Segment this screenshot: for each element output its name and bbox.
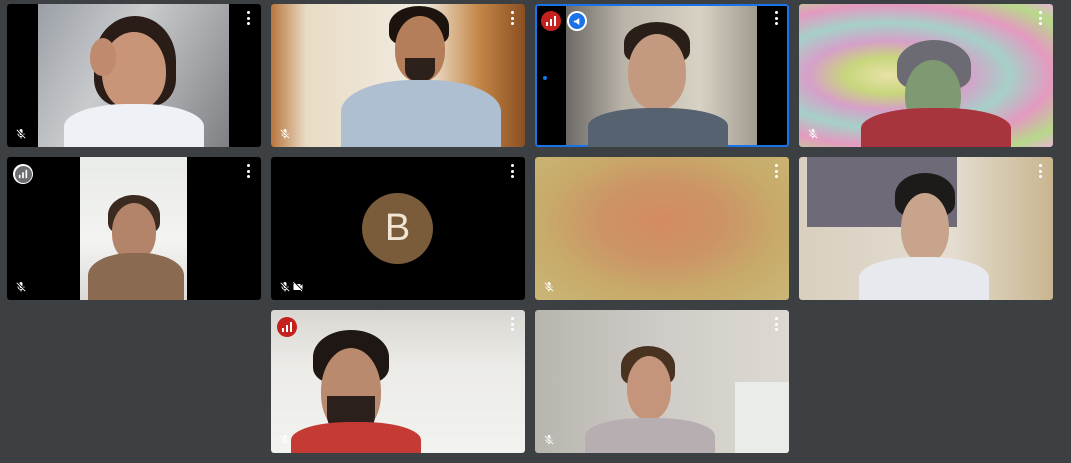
more-options-button[interactable] [506, 11, 518, 25]
participant-tile[interactable]: B [271, 157, 525, 300]
participant-tile[interactable] [535, 157, 789, 300]
participant-tile[interactable] [271, 4, 525, 147]
more-options-button[interactable] [506, 164, 518, 178]
more-options-button[interactable] [770, 11, 782, 25]
mic-off-icon [544, 282, 554, 292]
participant-tile[interactable] [535, 310, 789, 453]
more-options-button[interactable] [242, 11, 254, 25]
participant-video [271, 310, 525, 453]
participant-video [535, 310, 789, 453]
megaphone-icon [567, 11, 587, 31]
lamp [735, 382, 789, 453]
participant-tile-active-speaker[interactable] [535, 4, 789, 147]
participant-tile[interactable] [7, 157, 261, 300]
more-options-button[interactable] [1034, 11, 1046, 25]
participant-tile[interactable] [799, 157, 1053, 300]
audio-level-icon [13, 164, 33, 184]
more-options-button[interactable] [506, 317, 518, 331]
mic-off-icon [16, 282, 26, 292]
mic-off-icon [280, 282, 290, 292]
participant-video [566, 6, 757, 147]
more-options-button[interactable] [770, 164, 782, 178]
participant-video [799, 4, 1053, 147]
participant-tile[interactable] [799, 4, 1053, 147]
participant-video [271, 4, 525, 147]
more-options-button[interactable] [242, 164, 254, 178]
participant-video [535, 157, 789, 300]
audio-level-icon [277, 317, 297, 337]
mic-off-icon [280, 129, 290, 139]
videocam-off-icon [293, 282, 303, 292]
more-options-button[interactable] [1034, 164, 1046, 178]
participant-tile[interactable] [271, 310, 525, 453]
participant-video [38, 4, 229, 147]
participant-video [80, 157, 187, 300]
participant-tile[interactable] [7, 4, 261, 147]
participant-video [799, 157, 1053, 300]
mic-off-icon [16, 129, 26, 139]
avatar: B [362, 193, 433, 264]
mic-off-icon [280, 435, 290, 445]
more-options-button[interactable] [770, 317, 782, 331]
mic-off-icon [808, 129, 818, 139]
audio-level-icon [541, 11, 561, 31]
speaking-indicator [543, 76, 547, 80]
mic-off-icon [544, 435, 554, 445]
